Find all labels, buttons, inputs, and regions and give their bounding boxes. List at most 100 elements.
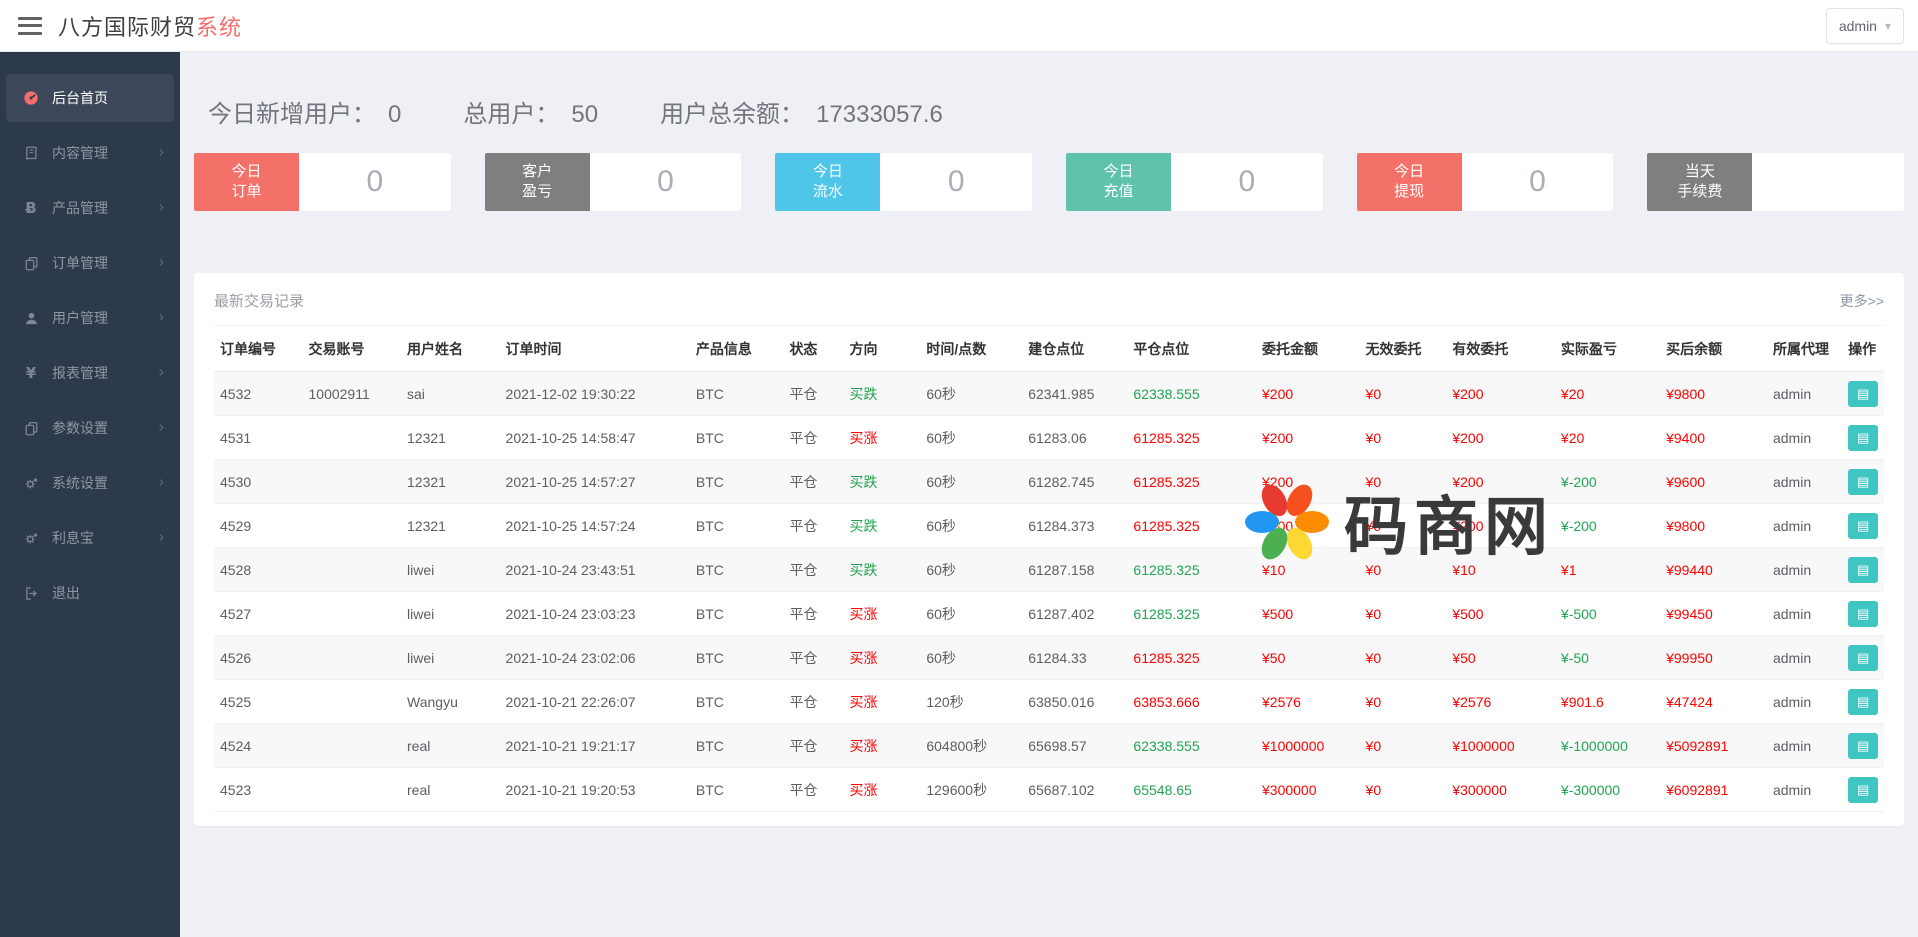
view-order-button[interactable]: ▤	[1848, 689, 1878, 715]
sidebar-item-label: 订单管理	[52, 253, 108, 273]
cell-agent: admin	[1767, 680, 1842, 724]
cell-open_point: 61282.745	[1022, 460, 1127, 504]
app-title-main: 八方国际财贸	[58, 15, 196, 40]
view-order-button[interactable]: ▤	[1848, 469, 1878, 495]
cell-amount: ¥200	[1256, 372, 1360, 416]
top-header: 八方国际财贸系统 admin ▾	[0, 0, 1918, 52]
cell-name: liwei	[401, 548, 500, 592]
cell-balance: ¥9400	[1660, 416, 1767, 460]
stats-row: 今日新增用户：0总用户：50用户总余额：17333057.6	[194, 94, 1904, 129]
view-order-button[interactable]: ▤	[1848, 513, 1878, 539]
hamburger-icon[interactable]	[18, 17, 42, 35]
cell-duration: 604800秒	[920, 724, 1022, 768]
cell-account	[303, 592, 402, 636]
cell-amount: ¥500	[1256, 592, 1360, 636]
cell-open_point: 61284.33	[1022, 636, 1127, 680]
cell-valid: ¥300000	[1446, 768, 1555, 812]
user-dropdown[interactable]: admin ▾	[1826, 8, 1904, 44]
app-title-accent: 系统	[196, 15, 242, 40]
cell-status: 平仓	[783, 636, 843, 680]
table-row: 4526liwei2021-10-24 23:02:06BTC平仓买涨60秒61…	[214, 636, 1884, 680]
cell-open_point: 61287.402	[1022, 592, 1127, 636]
view-order-button[interactable]: ▤	[1848, 425, 1878, 451]
cell-valid: ¥200	[1446, 372, 1555, 416]
chevron-right-icon: ›	[159, 529, 164, 547]
cell-status: 平仓	[783, 372, 843, 416]
sidebar: 后台首页内容管理›Ƀ产品管理›订单管理›用户管理›¥报表管理›参数设置›系统设置…	[0, 52, 180, 937]
cell-amount: ¥10	[1256, 548, 1360, 592]
sidebar-item-logout[interactable]: 退出	[6, 569, 174, 617]
cell-order_no: 4523	[214, 768, 303, 812]
card-today-deposit: 今日充值0	[1066, 153, 1323, 211]
cell-product: BTC	[690, 504, 784, 548]
cell-account	[303, 416, 402, 460]
cell-order_no: 4526	[214, 636, 303, 680]
chevron-right-icon: ›	[159, 364, 164, 382]
cell-product: BTC	[690, 416, 784, 460]
chevron-right-icon: ›	[159, 199, 164, 217]
card-label: 当天手续费	[1647, 153, 1752, 211]
panel-header: 最新交易记录 更多>>	[214, 273, 1884, 326]
view-order-button[interactable]: ▤	[1848, 777, 1878, 803]
sidebar-item-user[interactable]: 用户管理›	[6, 294, 174, 342]
cell-invalid: ¥0	[1360, 636, 1447, 680]
sidebar-item-lixibao[interactable]: 利息宝 ›	[6, 514, 174, 562]
cell-account	[303, 768, 402, 812]
view-order-button[interactable]: ▤	[1848, 733, 1878, 759]
sidebar-item-label: 利息宝	[52, 528, 94, 548]
sidebar-item-report[interactable]: ¥报表管理›	[6, 349, 174, 397]
trades-panel: 最新交易记录 更多>> 订单编号交易账号用户姓名订单时间产品信息状态方向时间/点…	[194, 273, 1904, 826]
cell-product: BTC	[690, 768, 784, 812]
cell-open_point: 61284.373	[1022, 504, 1127, 548]
cell-order_no: 4530	[214, 460, 303, 504]
cell-open_point: 65687.102	[1022, 768, 1127, 812]
sidebar-item-home[interactable]: 后台首页	[6, 74, 174, 122]
cell-agent: admin	[1767, 372, 1842, 416]
card-today-orders: 今日订单0	[194, 153, 451, 211]
cell-invalid: ¥0	[1360, 548, 1447, 592]
sidebar-item-params[interactable]: 参数设置›	[6, 404, 174, 452]
cell-time: 2021-10-21 19:21:17	[500, 724, 690, 768]
cell-status: 平仓	[783, 504, 843, 548]
cell-duration: 120秒	[920, 680, 1022, 724]
view-order-button[interactable]: ▤	[1848, 601, 1878, 627]
view-order-button[interactable]: ▤	[1848, 645, 1878, 671]
cell-valid: ¥10	[1446, 548, 1555, 592]
cell-action: ▤	[1842, 548, 1884, 592]
cell-order_no: 4525	[214, 680, 303, 724]
cell-time: 2021-10-24 23:43:51	[500, 548, 690, 592]
cell-status: 平仓	[783, 416, 843, 460]
cell-direction: 买涨	[844, 680, 921, 724]
sidebar-item-label: 系统设置	[52, 473, 108, 493]
stat-label: 总用户：	[463, 101, 559, 128]
gear-icon	[22, 476, 40, 491]
column-header: 状态	[783, 326, 843, 372]
cell-balance: ¥5092891	[1660, 724, 1767, 768]
column-header: 有效委托	[1446, 326, 1555, 372]
cell-close_point: 62338.555	[1127, 372, 1256, 416]
cell-duration: 60秒	[920, 372, 1022, 416]
view-order-button[interactable]: ▤	[1848, 381, 1878, 407]
panel-title: 最新交易记录	[214, 290, 304, 311]
cell-close_point: 65548.65	[1127, 768, 1256, 812]
cell-name: liwei	[401, 636, 500, 680]
view-order-button[interactable]: ▤	[1848, 557, 1878, 583]
cell-open_point: 63850.016	[1022, 680, 1127, 724]
cell-profit: ¥-50	[1555, 636, 1660, 680]
cell-name: 12321	[401, 504, 500, 548]
card-label: 今日订单	[194, 153, 299, 211]
cell-direction: 买涨	[844, 592, 921, 636]
sidebar-item-order[interactable]: 订单管理›	[6, 239, 174, 287]
more-link[interactable]: 更多>>	[1840, 291, 1884, 311]
sidebar-item-content[interactable]: 内容管理›	[6, 129, 174, 177]
card-value	[1752, 153, 1904, 211]
cell-direction: 买跌	[844, 504, 921, 548]
table-row: 4531123212021-10-25 14:58:47BTC平仓买涨60秒61…	[214, 416, 1884, 460]
cell-time: 2021-10-25 14:57:24	[500, 504, 690, 548]
cell-direction: 买涨	[844, 416, 921, 460]
cell-order_no: 4529	[214, 504, 303, 548]
column-header: 所属代理	[1767, 326, 1842, 372]
cell-order_no: 4527	[214, 592, 303, 636]
sidebar-item-product[interactable]: Ƀ产品管理›	[6, 184, 174, 232]
sidebar-item-system[interactable]: 系统设置›	[6, 459, 174, 507]
